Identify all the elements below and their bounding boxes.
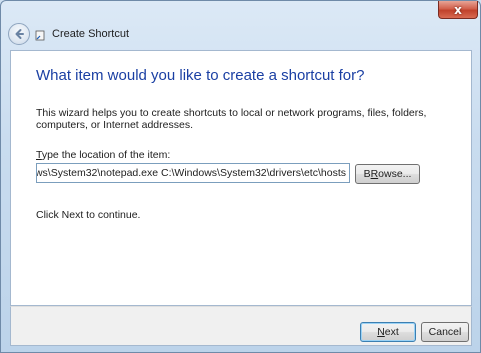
browse-label-accel: R	[370, 168, 379, 180]
wizard-description: This wizard helps you to create shortcut…	[36, 107, 427, 131]
back-button[interactable]	[8, 23, 30, 45]
location-input[interactable]	[36, 163, 350, 183]
page-heading: What item would you like to create a sho…	[36, 67, 365, 84]
cancel-button[interactable]: Cancel	[421, 322, 469, 342]
title-bar: Create Shortcut	[1, 21, 481, 49]
window-title: Create Shortcut	[52, 28, 130, 40]
dialog-window: x Create Shortcut What item would you li…	[0, 0, 481, 353]
next-button[interactable]: Next	[360, 322, 416, 342]
next-label-text: ext	[384, 326, 399, 338]
close-button[interactable]: x	[438, 1, 478, 19]
next-label-accel: N	[377, 326, 385, 338]
wizard-content: What item would you like to create a sho…	[10, 50, 472, 306]
button-bar: Next Cancel	[10, 306, 472, 346]
continue-instruction: Click Next to continue.	[36, 209, 141, 221]
location-label-text: ype the location of the item:	[41, 149, 171, 161]
location-label: Type the location of the item:	[36, 149, 170, 161]
browse-button[interactable]: B Rowse...	[355, 164, 420, 184]
back-arrow-icon	[15, 29, 24, 39]
browse-label-prefix: B	[363, 168, 371, 180]
close-icon: x	[454, 2, 462, 17]
browse-label-text: owse...	[378, 168, 412, 180]
shortcut-wizard-icon	[35, 30, 45, 41]
